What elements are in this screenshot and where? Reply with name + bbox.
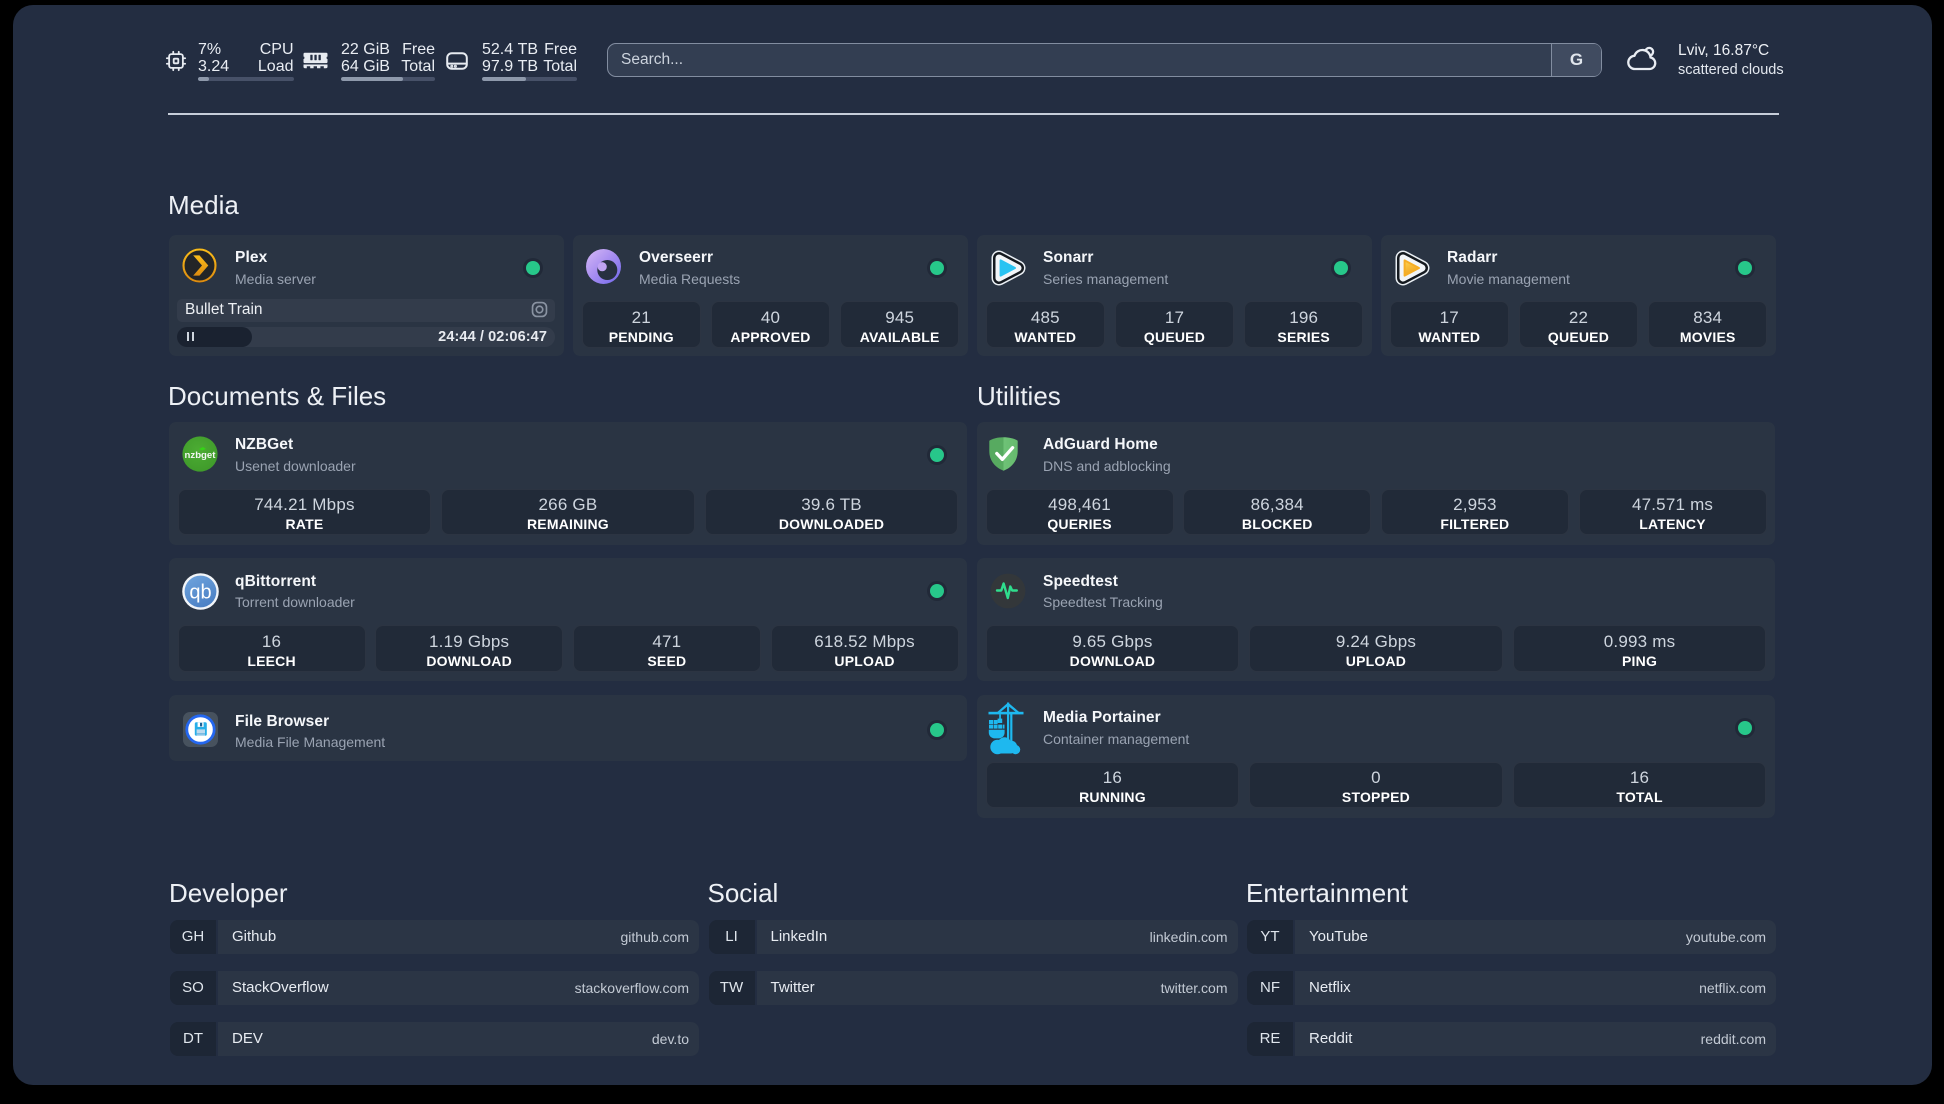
svg-text:qb: qb	[189, 581, 211, 603]
svg-text:nzbget: nzbget	[185, 450, 217, 461]
